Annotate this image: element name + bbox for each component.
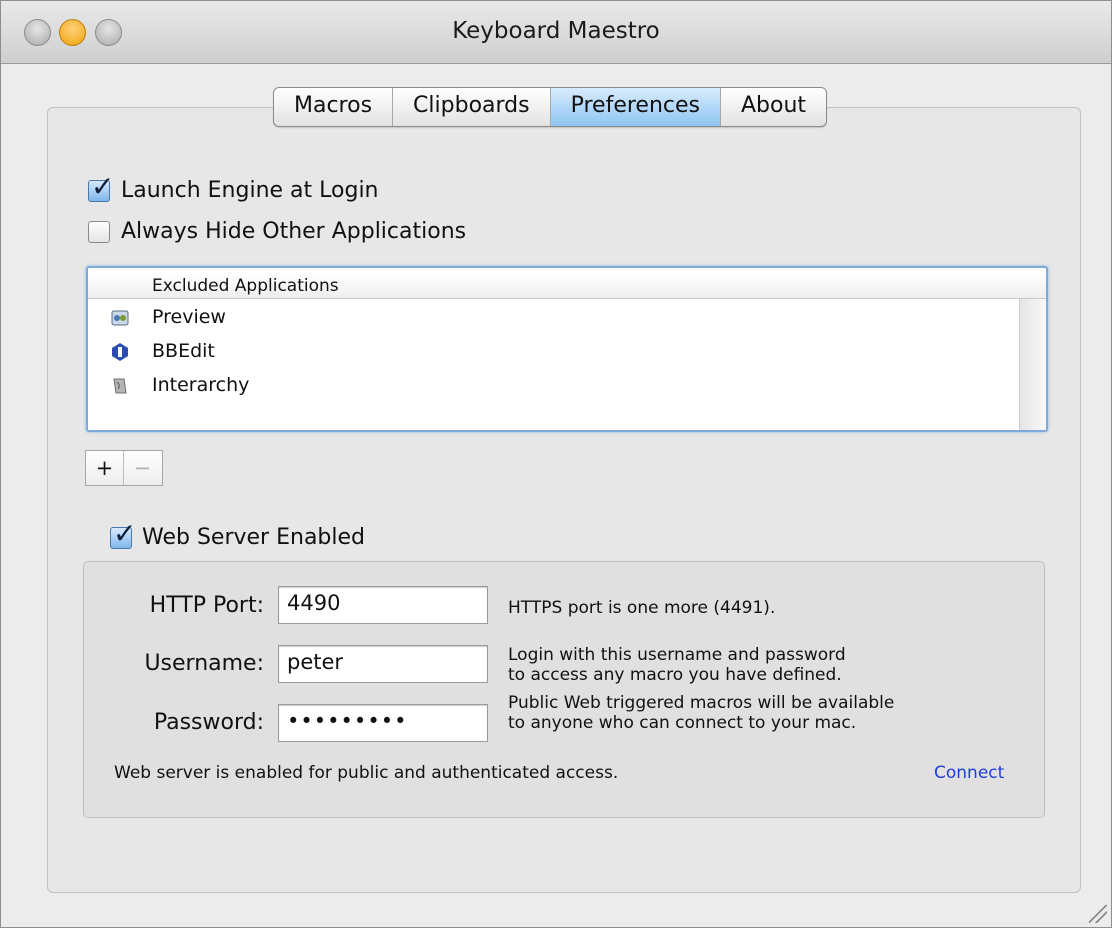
web-server-checkbox[interactable]: ✓ (110, 520, 136, 549)
checkmark-icon: ✓ (91, 170, 115, 203)
public-info-line-1: Public Web triggered macros will be avai… (508, 693, 895, 713)
resize-grip-icon[interactable] (1089, 905, 1107, 923)
checkmark-icon: ✓ (113, 517, 137, 550)
window-title: Keyboard Maestro (452, 18, 660, 44)
tab-macros[interactable]: Macros (274, 88, 394, 126)
http-port-label: HTTP Port: (149, 593, 264, 618)
web-server-settings: HTTP Port: 4490 HTTPS port is one more (… (83, 561, 1045, 818)
list-item-label: BBEdit (152, 340, 215, 362)
password-field[interactable]: ••••••••• (278, 704, 488, 742)
preview-icon (111, 310, 129, 326)
login-info-line-2: to access any macro you have defined. (508, 665, 842, 685)
password-label: Password: (153, 710, 264, 735)
list-item-label: Preview (152, 306, 226, 328)
launch-engine-label[interactable]: Launch Engine at Login (121, 178, 379, 203)
launch-engine-checkbox[interactable]: ✓ (88, 173, 114, 202)
http-port-field[interactable]: 4490 (278, 586, 488, 624)
excluded-apps-list[interactable]: Excluded Applications Preview BBEdit Int… (86, 266, 1048, 432)
hide-apps-checkbox[interactable] (88, 221, 110, 243)
tab-clipboards[interactable]: Clipboards (393, 88, 551, 126)
title-bar[interactable]: Keyboard Maestro (1, 1, 1111, 64)
connect-link[interactable]: Connect (934, 763, 1004, 783)
list-header[interactable]: Excluded Applications (88, 274, 1046, 299)
add-app-button[interactable]: + (86, 451, 124, 485)
list-item-label: Interarchy (152, 374, 250, 396)
tab-about[interactable]: About (721, 88, 826, 126)
hide-apps-label[interactable]: Always Hide Other Applications (121, 219, 466, 244)
login-info-line-1: Login with this username and password (508, 645, 846, 665)
tab-bar: Macros Clipboards Preferences About (273, 87, 828, 127)
remove-app-button[interactable]: − (124, 451, 161, 485)
app-window: Keyboard Maestro Macros Clipboards Prefe… (0, 0, 1112, 928)
web-server-status: Web server is enabled for public and aut… (114, 763, 619, 783)
https-port-info: HTTPS port is one more (4491). (508, 598, 776, 618)
interarchy-icon (113, 378, 127, 394)
bbedit-icon (112, 343, 128, 361)
username-field[interactable]: peter (278, 645, 488, 683)
list-edit-buttons: + − (85, 450, 163, 486)
username-label: Username: (144, 651, 264, 676)
list-scrollbar[interactable] (1019, 299, 1046, 430)
tab-preferences[interactable]: Preferences (550, 88, 721, 126)
excluded-apps-header: Excluded Applications (152, 276, 339, 296)
web-server-label[interactable]: Web Server Enabled (142, 525, 365, 550)
public-info-line-2: to anyone who can connect to your mac. (508, 713, 857, 733)
